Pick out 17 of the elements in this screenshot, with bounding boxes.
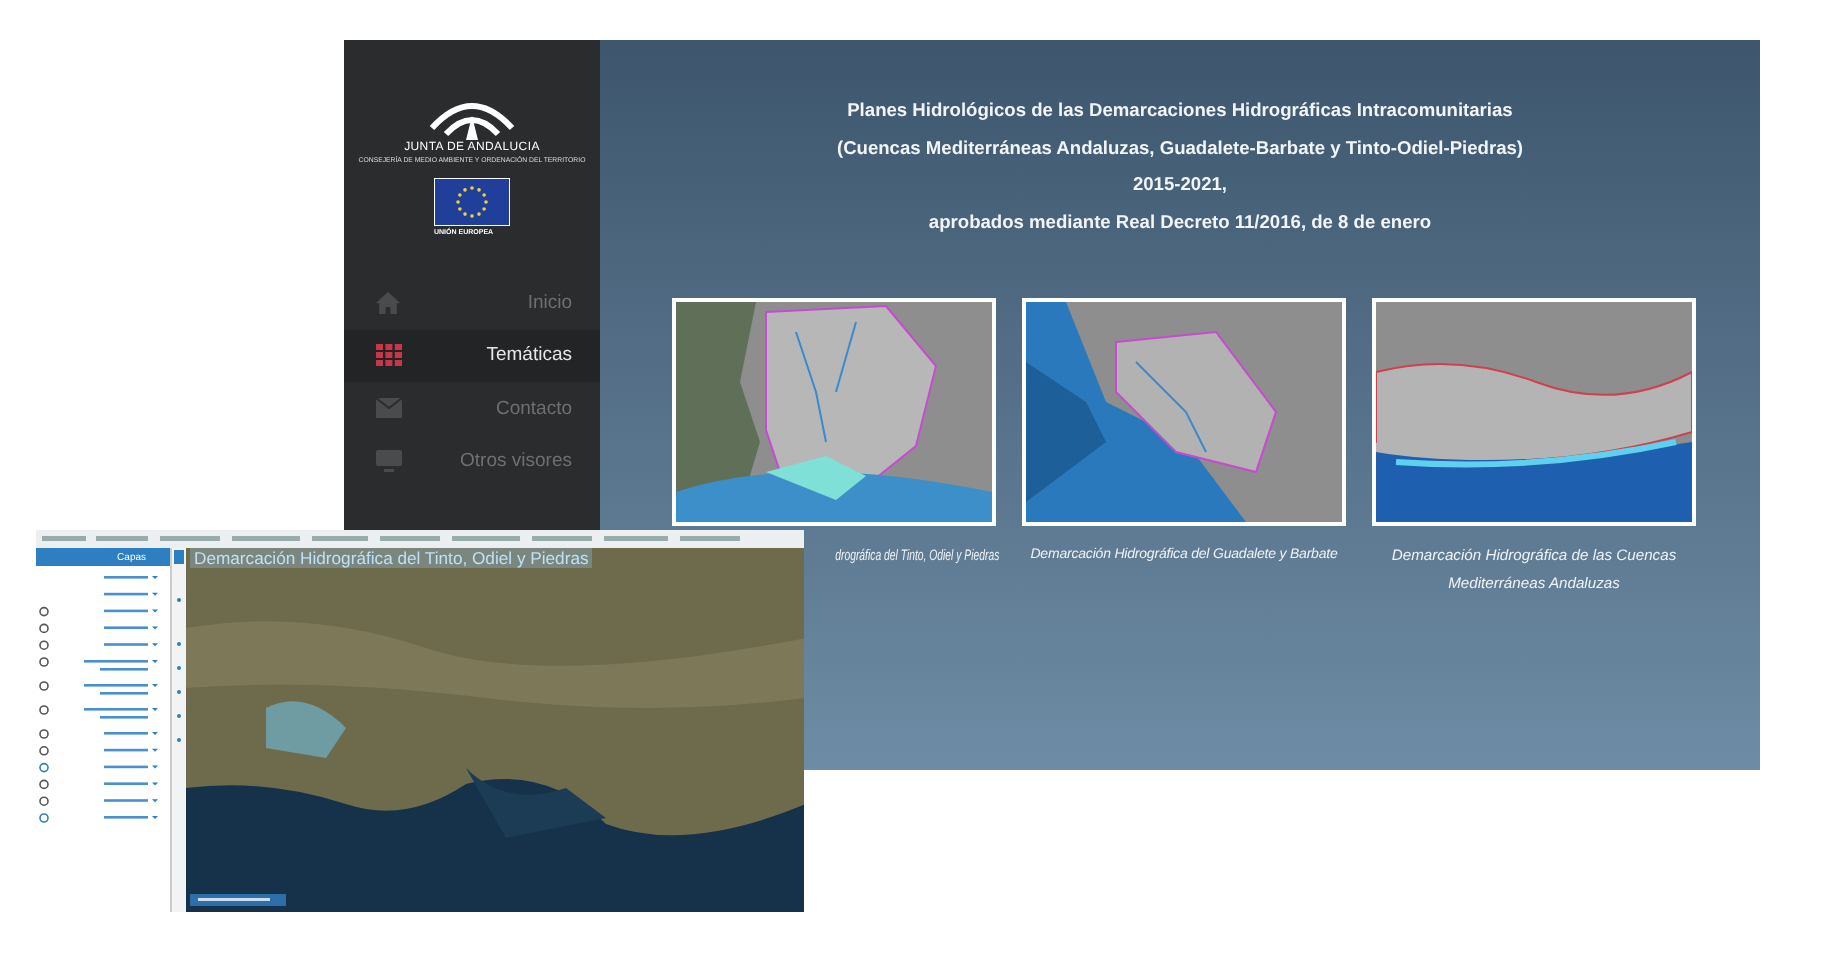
map-thumbnail[interactable] (1022, 298, 1346, 526)
heading-line: (Cuencas Mediterráneas Andaluzas, Guadalete-Barbate y Tinto-Odiel-Piedras) (836, 135, 1524, 162)
menu-item[interactable]: Otros visores (344, 435, 600, 488)
grid-icon (376, 344, 402, 367)
menu-item[interactable]: Inicio (344, 276, 600, 329)
menu-item[interactable]: Contacto (344, 382, 600, 435)
eu-flag-icon (434, 178, 510, 226)
map-thumbnail[interactable] (1372, 298, 1696, 526)
heading-line: Planes Hidrológicos de las Demarcaciones Hidrográficas Intracomunitarias (847, 98, 1513, 124)
map-title: Demarcación Hidrográfica del Tinto, Odiel y Piedras (190, 548, 593, 568)
heading-line: aprobados mediante Real Decreto 11/2016, de 8 de enero (928, 209, 1432, 236)
envelope-icon (376, 398, 402, 419)
monitor-icon (376, 450, 402, 473)
heading-line: 2015-2021, (1132, 172, 1228, 198)
map-thumbnail[interactable] (672, 298, 996, 526)
menu-item[interactable]: Temáticas (344, 329, 600, 382)
home-icon (376, 291, 400, 314)
